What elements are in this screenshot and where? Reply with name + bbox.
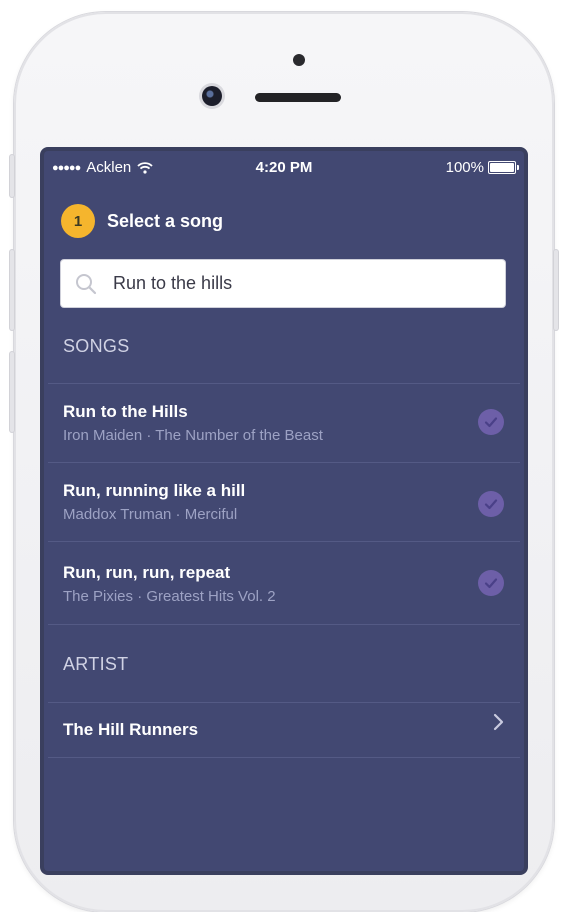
earpiece-speaker [255,93,341,102]
check-icon[interactable] [478,491,504,517]
battery-level-fill [490,163,514,172]
battery-percent: 100% [445,159,484,176]
songs-section-label: SONGS [63,336,130,356]
step-number-badge: 1 [61,204,95,238]
chevron-right-icon [492,713,504,736]
search-box[interactable] [61,260,505,307]
divider [48,757,520,758]
search-icon [73,271,99,297]
song-title: Run, run, run, repeat [63,563,231,582]
song-row[interactable]: Run, running like a hill Maddox Truman ·… [44,463,524,541]
battery-icon [488,161,519,174]
check-icon[interactable] [478,409,504,435]
volume-down-button [10,352,14,432]
mute-switch [10,155,14,197]
song-row[interactable]: Run, run, run, repeat The Pixies · Great… [44,542,524,623]
song-subtitle: Maddox Truman · Merciful [63,506,238,523]
step-header: 1 Select a song [61,204,223,238]
status-right: 100% [445,159,519,176]
song-row[interactable]: Run to the Hills Iron Maiden · The Numbe… [44,384,524,462]
artist-name: The Hill Runners [63,720,199,739]
song-subtitle: The Pixies · Greatest Hits Vol. 2 [63,588,276,605]
song-subtitle: Iron Maiden · The Number of the Beast [63,427,323,444]
artist-section-label: ARTIST [63,654,129,674]
artist-row[interactable]: The Hill Runners [44,703,524,757]
song-title: Run, running like a hill [63,481,246,500]
status-bar: ●●●●● Acklen 4:20 PM 100% [44,151,524,183]
search-input[interactable] [111,272,475,295]
step-title: Select a song [107,210,224,231]
app-screen: ●●●●● Acklen 4:20 PM 100% 1 Select a son… [44,151,524,871]
divider [48,624,520,625]
power-button [554,250,558,330]
proximity-sensor [293,54,305,66]
front-camera [202,86,222,106]
check-icon[interactable] [478,570,504,596]
volume-up-button [10,250,14,330]
song-title: Run to the Hills [63,402,188,421]
